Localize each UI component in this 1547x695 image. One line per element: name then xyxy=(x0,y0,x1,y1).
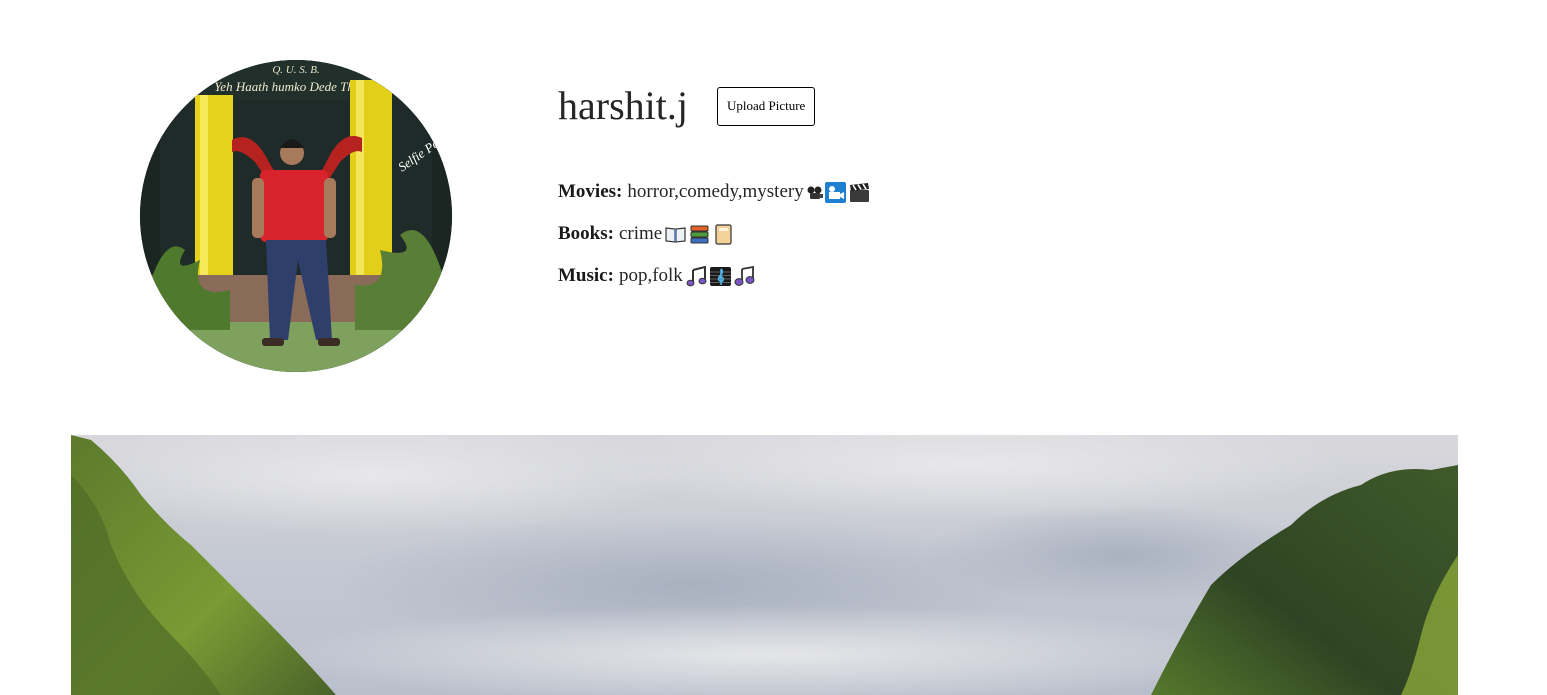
username: harshit.j xyxy=(558,83,688,128)
books-value: crime xyxy=(618,223,663,244)
interests-list: Movies: horror,comedy,mystery Books: cri… xyxy=(558,180,1158,306)
profile-info: harshit.j Upload Picture Movies: horror,… xyxy=(558,80,869,286)
open-book-icon xyxy=(665,224,686,245)
interest-music: Music: pop,folk xyxy=(558,264,1158,288)
interest-movies: Movies: horror,comedy,mystery xyxy=(558,180,1158,204)
music-note-icon xyxy=(686,265,707,287)
cover-photo-image xyxy=(71,435,1458,695)
movies-label: Movies: xyxy=(558,181,623,202)
username-row: harshit.j Upload Picture xyxy=(558,80,816,132)
interest-books: Books: crime xyxy=(558,222,1158,246)
profile-page: Q. U. S. B. Yeh Haath humko Dede Thakur … xyxy=(0,0,1547,695)
cinema-icon xyxy=(824,181,846,203)
music-value: pop,folk xyxy=(618,265,683,286)
music-label: Music: xyxy=(558,265,614,286)
projector-icon xyxy=(805,182,823,203)
cover-photo xyxy=(71,435,1458,695)
books-label: Books: xyxy=(558,223,614,244)
profile-avatar[interactable]: Q. U. S. B. Yeh Haath humko Dede Thakur … xyxy=(140,60,452,372)
notebook-icon xyxy=(713,223,734,245)
clapperboard-icon xyxy=(849,182,870,203)
treble-clef-icon xyxy=(709,266,731,287)
avatar-photo: Q. U. S. B. Yeh Haath humko Dede Thakur … xyxy=(140,60,452,372)
music-notes-icon xyxy=(734,265,755,287)
movies-value: horror,comedy,mystery xyxy=(627,181,804,202)
upload-picture-button[interactable]: Upload Picture xyxy=(716,86,816,126)
books-stack-icon xyxy=(689,224,710,245)
avatar-caption-top: Q. U. S. B. xyxy=(272,64,319,76)
